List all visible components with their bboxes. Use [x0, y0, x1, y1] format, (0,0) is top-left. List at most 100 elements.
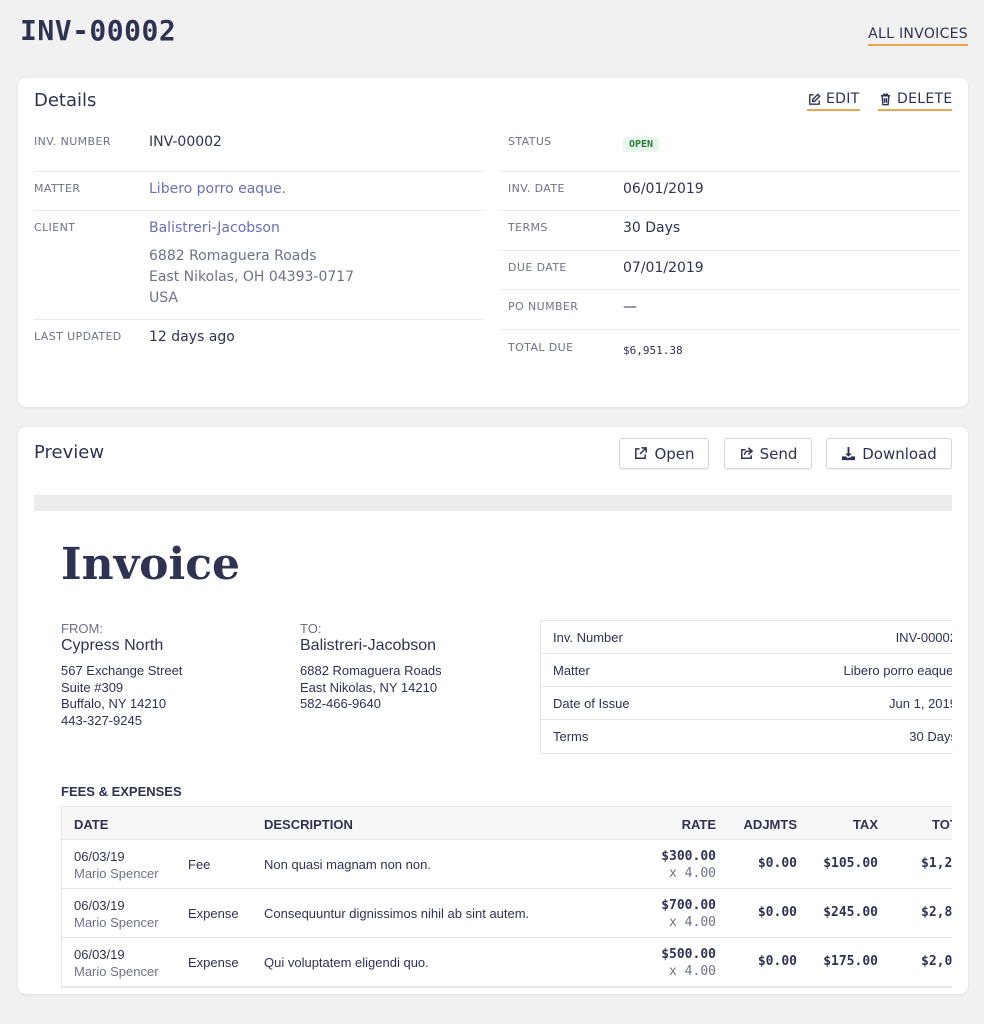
row-total: $2,000.00: [921, 954, 952, 969]
last-updated-label: LAST UPDATED: [34, 330, 122, 343]
terms-value: 30 Days: [623, 220, 681, 236]
from-label: FROM:: [61, 621, 103, 636]
row-type: Fee: [188, 857, 211, 872]
row-adjmts: $0.00: [757, 905, 797, 920]
col-adjmts: ADJMTS: [743, 817, 797, 832]
row-tax: $245.00: [823, 905, 878, 920]
col-total: TOTAL: [932, 817, 952, 832]
matter-label: MATTER: [34, 182, 81, 195]
row-qty: x 4.00: [669, 915, 716, 930]
total-due-label: TOTAL DUE: [508, 341, 574, 354]
client-address-line-3: USA: [149, 290, 178, 306]
open-button[interactable]: Open: [619, 438, 709, 469]
invoice-title: Invoice: [61, 539, 240, 590]
preview-card: Preview Open Send Download Invoice FROM:…: [18, 427, 968, 994]
row-person: Mario Spencer: [74, 866, 159, 881]
col-date: DATE: [74, 817, 109, 832]
due-date-label: DUE DATE: [508, 261, 567, 274]
col-description: DESCRIPTION: [264, 817, 353, 832]
from-line: Suite #309: [61, 679, 124, 695]
to-line: 6882 Romaguera Roads: [300, 663, 442, 678]
meta-label: Terms: [553, 729, 589, 744]
edit-button[interactable]: EDIT: [807, 91, 860, 111]
row-rate: $300.00: [661, 849, 716, 864]
download-icon: [842, 446, 856, 461]
send-label: Send: [759, 444, 798, 463]
row-description: Consequuntur dignissimos nihil ab sint a…: [264, 906, 530, 921]
row-date: 06/03/19: [74, 898, 125, 913]
detail-row-inv-number: INV. NUMBER INV-00002: [34, 132, 484, 172]
page-title: INV-00002: [20, 14, 177, 47]
meta-label: Date of Issue: [553, 695, 630, 711]
fees-table: DATE DESCRIPTION RATE ADJMTS TAX TOTAL 0…: [61, 806, 952, 988]
inv-date-value: 06/01/2019: [623, 181, 704, 197]
preview-toolbar-strip: [34, 495, 952, 511]
inv-number-value: INV-00002: [149, 134, 222, 150]
row-person: Mario Spencer: [74, 915, 159, 930]
table-row: 06/03/19 Mario Spencer Expense Qui volup…: [62, 938, 952, 987]
to-label: TO:: [300, 621, 322, 636]
row-rate: $700.00: [661, 898, 716, 913]
meta-value: Jun 1, 2019: [889, 695, 952, 711]
to-block: TO: Balistreri-Jacobson 6882 Romaguera R…: [300, 621, 442, 713]
trash-icon: [880, 93, 891, 105]
meta-label: Inv. Number: [553, 629, 623, 645]
to-line: East Nikolas, NY 14210: [300, 679, 438, 695]
details-card: Details EDIT DELETE INV. NUMBER INV-0000…: [18, 78, 968, 407]
invoice-document: Invoice FROM: Cypress North 567 Exchange…: [34, 511, 952, 994]
download-label: Download: [862, 444, 937, 463]
edit-icon: [809, 92, 821, 105]
detail-row-matter: MATTER Libero porro eaque.: [34, 172, 484, 211]
due-date-value: 07/01/2019: [623, 260, 704, 276]
detail-row-status: STATUS OPEN: [500, 132, 960, 172]
table-row: 06/03/19 Mario Spencer Fee Non quasi mag…: [62, 840, 952, 889]
col-rate: RATE: [681, 817, 716, 832]
row-tax: $105.00: [823, 856, 878, 871]
client-label: CLIENT: [34, 221, 76, 234]
meta-label: Matter: [553, 662, 590, 678]
send-button[interactable]: Send: [724, 438, 812, 469]
po-number-value: —: [623, 299, 637, 315]
matter-link[interactable]: Libero porro eaque.: [149, 179, 286, 210]
open-label: Open: [654, 444, 695, 463]
to-name: Balistreri-Jacobson: [300, 637, 437, 654]
all-invoices-link[interactable]: ALL INVOICES: [868, 26, 968, 46]
fees-expenses-label: FEES & EXPENSES: [61, 784, 182, 799]
preview-title: Preview: [34, 442, 105, 463]
client-address-line-2: East Nikolas, OH 04393-0717: [149, 269, 355, 285]
meta-value: INV-00002: [895, 629, 952, 645]
delete-button[interactable]: DELETE: [878, 91, 953, 111]
row-type: Expense: [188, 906, 239, 921]
from-line: 443-327-9245: [61, 712, 142, 728]
inv-number-label: INV. NUMBER: [34, 135, 111, 148]
delete-label: DELETE: [897, 91, 953, 107]
details-title: Details: [34, 90, 97, 111]
row-type: Expense: [188, 955, 239, 970]
inv-date-label: INV. DATE: [508, 182, 565, 195]
detail-row-due-date: DUE DATE 07/01/2019: [500, 251, 960, 290]
row-person: Mario Spencer: [74, 964, 159, 979]
from-name: Cypress North: [61, 637, 164, 654]
meta-row: Matter Libero porro eaque.: [541, 654, 952, 687]
row-adjmts: $0.00: [757, 856, 797, 871]
detail-row-client: CLIENT Balistreri-Jacobson 6882 Romaguer…: [34, 211, 484, 320]
detail-row-terms: TERMS 30 Days: [500, 211, 960, 251]
row-total: $1,200.00: [921, 856, 952, 871]
meta-value: 30 Days: [909, 729, 952, 744]
download-button[interactable]: Download: [826, 438, 952, 469]
row-description: Non quasi magnam non non.: [264, 857, 431, 872]
status-badge: OPEN: [623, 137, 660, 152]
row-tax: $175.00: [823, 954, 878, 969]
detail-row-po-number: PO NUMBER —: [500, 290, 960, 330]
detail-row-last-updated: LAST UPDATED 12 days ago: [34, 320, 484, 360]
share-icon: [740, 447, 753, 459]
detail-row-inv-date: INV. DATE 06/01/2019: [500, 172, 960, 211]
edit-label: EDIT: [826, 91, 860, 107]
col-tax: TAX: [852, 817, 878, 832]
client-link[interactable]: Balistreri-Jacobson: [149, 218, 354, 239]
detail-row-total-due: TOTAL DUE $6,951.38: [500, 330, 960, 370]
meta-value: Libero porro eaque.: [843, 662, 952, 678]
total-due-value: $6,951.38: [623, 344, 683, 357]
po-number-label: PO NUMBER: [508, 300, 579, 313]
external-link-icon: [635, 447, 648, 459]
